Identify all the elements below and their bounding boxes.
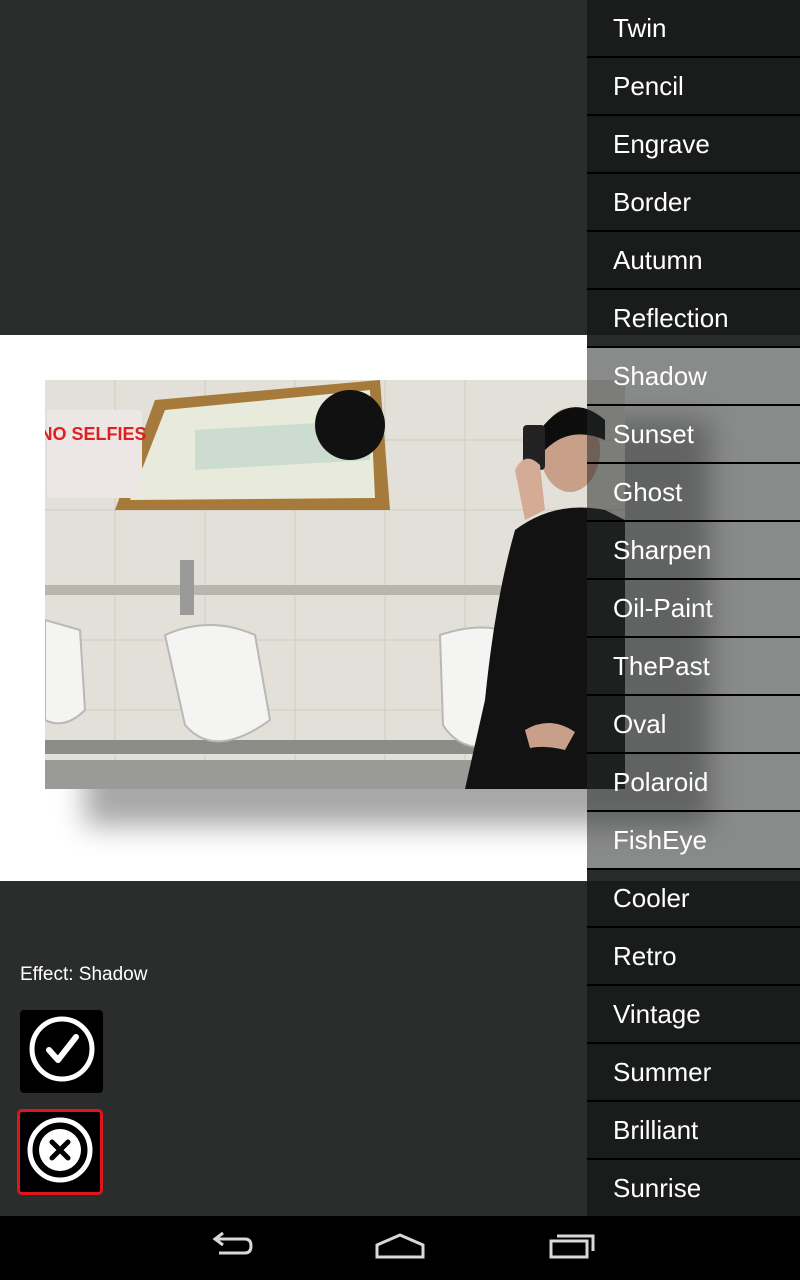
effect-item-shadow[interactable]: Shadow bbox=[587, 348, 800, 406]
cancel-button[interactable] bbox=[17, 1109, 103, 1195]
effect-item-retro[interactable]: Retro bbox=[587, 928, 800, 986]
effect-list[interactable]: Twin Pencil Engrave Border Autumn Reflec… bbox=[587, 0, 800, 1218]
effect-item-sunrise[interactable]: Sunrise bbox=[587, 1160, 800, 1218]
effect-item-summer[interactable]: Summer bbox=[587, 1044, 800, 1102]
close-circle-icon bbox=[26, 1116, 94, 1189]
home-icon bbox=[373, 1231, 427, 1266]
effect-item-oil-paint[interactable]: Oil-Paint bbox=[587, 580, 800, 638]
confirm-button[interactable] bbox=[20, 1010, 103, 1093]
effect-status-label: Effect: Shadow bbox=[20, 964, 148, 985]
recents-button[interactable] bbox=[512, 1216, 632, 1280]
back-icon bbox=[205, 1231, 255, 1266]
navigation-bar bbox=[0, 1216, 800, 1280]
effect-item-reflection[interactable]: Reflection bbox=[587, 290, 800, 348]
effect-item-sunset[interactable]: Sunset bbox=[587, 406, 800, 464]
effect-item-polaroid[interactable]: Polaroid bbox=[587, 754, 800, 812]
effect-item-autumn[interactable]: Autumn bbox=[587, 232, 800, 290]
effect-item-engrave[interactable]: Engrave bbox=[587, 116, 800, 174]
home-button[interactable] bbox=[340, 1216, 460, 1280]
effect-item-sharpen[interactable]: Sharpen bbox=[587, 522, 800, 580]
effect-item-vintage[interactable]: Vintage bbox=[587, 986, 800, 1044]
back-button[interactable] bbox=[170, 1216, 290, 1280]
check-circle-icon bbox=[28, 1015, 96, 1088]
photo-preview: NO SELFIES bbox=[45, 380, 625, 789]
photo-sign-text: NO SELFIES bbox=[45, 424, 147, 444]
effect-item-thepast[interactable]: ThePast bbox=[587, 638, 800, 696]
effect-item-oval[interactable]: Oval bbox=[587, 696, 800, 754]
effect-item-brilliant[interactable]: Brilliant bbox=[587, 1102, 800, 1160]
effect-item-pencil[interactable]: Pencil bbox=[587, 58, 800, 116]
effect-item-fisheye[interactable]: FishEye bbox=[587, 812, 800, 870]
effect-item-cooler[interactable]: Cooler bbox=[587, 870, 800, 928]
effect-item-twin[interactable]: Twin bbox=[587, 0, 800, 58]
effect-item-border[interactable]: Border bbox=[587, 174, 800, 232]
recents-icon bbox=[547, 1231, 597, 1266]
effect-item-ghost[interactable]: Ghost bbox=[587, 464, 800, 522]
